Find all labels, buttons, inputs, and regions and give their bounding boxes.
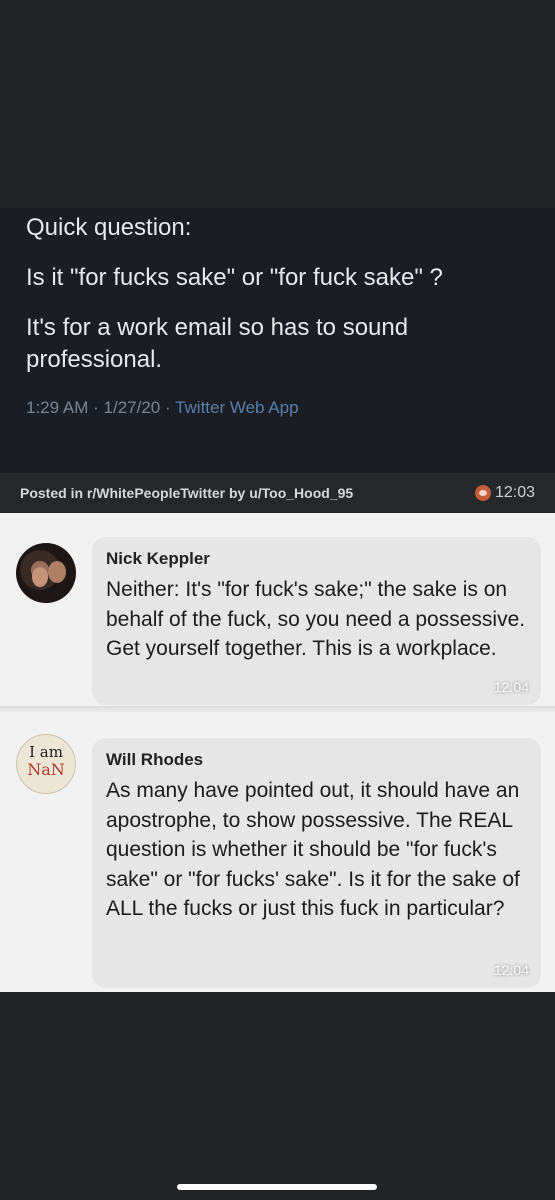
comment-section-1: Nick Keppler Neither: It's "for fuck's s… — [0, 513, 555, 710]
posted-in-label[interactable]: Posted in r/WhitePeopleTwitter by u/Too_… — [20, 485, 353, 501]
meta-separator: · — [164, 398, 171, 417]
reddit-posted-bar: Posted in r/WhitePeopleTwitter by u/Too_… — [0, 473, 555, 513]
message-time: 12:04 — [493, 679, 529, 695]
message-text: Neither: It's "for fuck's sake;" the sak… — [106, 578, 526, 660]
posted-time-value: 12:03 — [494, 484, 535, 501]
tweet-line-3: It's for a work email so has to sound pr… — [26, 314, 409, 373]
tweet-source-link[interactable]: Twitter Web App — [175, 398, 298, 417]
home-indicator[interactable] — [177, 1184, 377, 1190]
avatar-face-icon — [32, 567, 48, 587]
screenshot: Quick question: Is it "for fucks sake" o… — [0, 0, 555, 1200]
tweet-meta: 1:29 AM · 1/27/20 · Twitter Web App — [26, 398, 533, 418]
avatar-text-line-1: I am — [29, 743, 63, 761]
message-bubble: Nick Keppler Neither: It's "for fuck's s… — [92, 537, 541, 705]
message-text: As many have pointed out, it should have… — [106, 779, 520, 920]
reddit-icon — [474, 485, 491, 501]
tweet-line-2: Is it "for fucks sake" or "for fuck sake… — [26, 264, 443, 291]
message-bubble: Will Rhodes As many have pointed out, it… — [92, 738, 541, 988]
comment-section-2: I am NaN Will Rhodes As many have pointe… — [0, 712, 555, 992]
avatar[interactable] — [16, 543, 76, 603]
tweet-time: 1:29 AM — [26, 398, 89, 417]
tweet-date: 1/27/20 — [103, 398, 161, 417]
tweet-card: Quick question: Is it "for fucks sake" o… — [0, 208, 555, 473]
meta-separator: · — [93, 398, 99, 417]
tweet-line-1: Quick question: — [26, 214, 192, 241]
message-time: 12:04 — [493, 962, 529, 978]
avatar-text-line-2: NaN — [27, 760, 65, 779]
sender-name[interactable]: Nick Keppler — [106, 549, 527, 569]
avatar-face-icon — [48, 561, 66, 583]
posted-time: 12:03 — [474, 484, 535, 502]
sender-name[interactable]: Will Rhodes — [106, 750, 527, 770]
avatar[interactable]: I am NaN — [16, 734, 76, 794]
